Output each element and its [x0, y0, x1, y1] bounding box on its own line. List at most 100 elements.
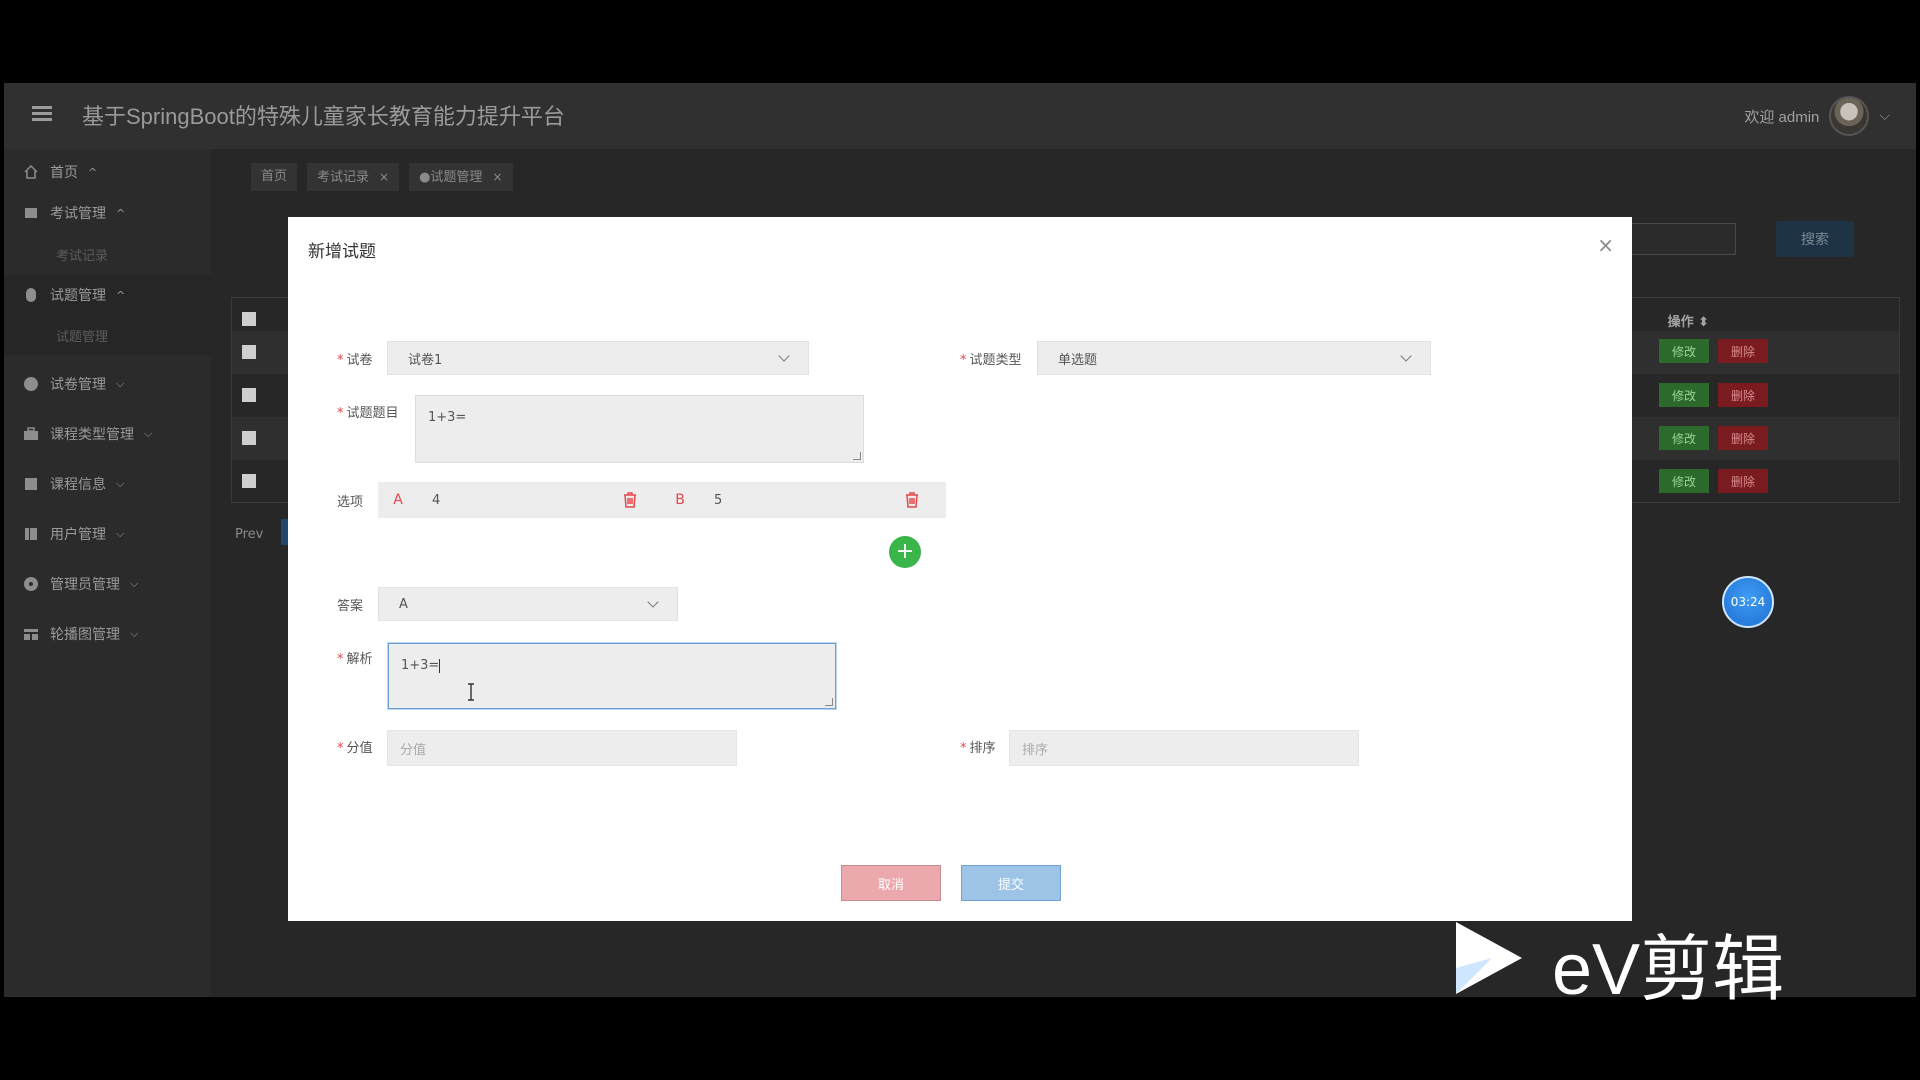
search-input[interactable]: [1616, 223, 1736, 255]
sidebar-subitem-question[interactable]: 试题管理: [4, 315, 211, 355]
chevron-down-icon[interactable]: ⌵: [1879, 108, 1890, 124]
sidebar-item-admin[interactable]: 管理员管理 ⌵: [4, 564, 211, 604]
label-text: 解析: [346, 652, 373, 667]
tab-bar: 首页 考试记录 × ●试题管理 ×: [251, 163, 513, 191]
chevron-up-icon: ^: [88, 165, 98, 179]
sidebar-subitem-exam-record[interactable]: 考试记录: [4, 234, 211, 274]
sidebar-item-paper[interactable]: 试卷管理 ⌵: [4, 364, 211, 404]
question-title-label: * 试题题目: [337, 402, 399, 421]
options-label: 选项: [337, 495, 364, 510]
select-value: 单选题: [1058, 352, 1098, 368]
sidebar-item-exam[interactable]: 考试管理 ^: [4, 193, 211, 233]
label-text: 试题题目: [346, 406, 399, 421]
textarea-value: 1+3=: [428, 410, 467, 425]
chevron-up-icon: ^: [116, 288, 126, 302]
tab-label: 首页: [261, 169, 288, 184]
delete-button[interactable]: 删除: [1718, 426, 1768, 450]
sidebar-item-user[interactable]: 用户管理 ⌵: [4, 514, 211, 554]
option-a-input[interactable]: 4: [418, 493, 618, 508]
paper-select[interactable]: 试卷1: [387, 341, 809, 375]
prev-page-link[interactable]: Prev: [235, 527, 263, 542]
question-title-textarea[interactable]: 1+3=: [415, 395, 864, 463]
analysis-textarea[interactable]: 1+3=: [388, 643, 836, 709]
sidebar-item-label: 课程类型管理: [50, 427, 134, 443]
chevron-down-icon: [647, 596, 659, 608]
answer-select[interactable]: A: [378, 587, 678, 621]
paper-label: * 试卷: [337, 349, 373, 368]
sidebar-item-carousel[interactable]: 轮播图管理 ⌵: [4, 614, 211, 654]
select-value: 试卷1: [408, 352, 443, 368]
home-icon: [22, 163, 40, 181]
sidebar-item-question[interactable]: 试题管理 ^: [4, 275, 211, 315]
sidebar-item-course-type[interactable]: 课程类型管理 ⌵: [4, 414, 211, 454]
edit-button[interactable]: 修改: [1659, 469, 1709, 493]
tab-home[interactable]: 首页: [251, 163, 298, 191]
select-all-checkbox[interactable]: [242, 312, 256, 326]
tab-question[interactable]: ●试题管理 ×: [409, 163, 513, 191]
row-checkbox[interactable]: [242, 431, 256, 445]
trash-icon[interactable]: [618, 488, 642, 512]
app-title: 基于SpringBoot的特殊儿童家长教育能力提升平台: [82, 104, 565, 129]
close-icon[interactable]: ×: [379, 170, 389, 184]
screen: 基于SpringBoot的特殊儿童家长教育能力提升平台 欢迎 admin ⌵ 首…: [0, 0, 1920, 1080]
analysis-label: * 解析: [337, 648, 373, 667]
carousel-icon: [22, 625, 40, 643]
exam-icon: [22, 204, 40, 222]
option-letter: A: [393, 492, 403, 508]
chevron-down-icon: ⌵: [130, 577, 139, 590]
operation-header[interactable]: 操作 ⬍: [1668, 311, 1709, 330]
delete-button[interactable]: 删除: [1718, 383, 1768, 407]
close-icon[interactable]: ×: [1597, 233, 1614, 257]
chevron-down-icon: ⌵: [116, 477, 125, 490]
sidebar-item-course-info[interactable]: 课程信息 ⌵: [4, 464, 211, 504]
delete-button[interactable]: 删除: [1718, 469, 1768, 493]
cancel-button[interactable]: 取消: [841, 865, 941, 901]
required-mark: *: [960, 741, 967, 756]
chevron-down-icon: ⌵: [116, 377, 125, 390]
search-button[interactable]: 搜索: [1776, 221, 1854, 257]
score-input[interactable]: 分值: [387, 730, 737, 766]
answer-label: 答案: [337, 599, 364, 614]
sidebar-item-home[interactable]: 首页 ^: [4, 152, 211, 192]
order-label: * 排序: [960, 737, 996, 756]
topbar: 基于SpringBoot的特殊儿童家长教育能力提升平台 欢迎 admin ⌵: [4, 83, 1916, 149]
delete-button[interactable]: 删除: [1718, 339, 1768, 363]
resize-handle[interactable]: [825, 698, 833, 706]
select-value: A: [399, 596, 408, 612]
options-row: A 4 B 5: [378, 482, 946, 518]
question-type-select[interactable]: 单选题: [1037, 341, 1431, 375]
edit-button[interactable]: 修改: [1659, 383, 1709, 407]
user-menu[interactable]: 欢迎 admin ⌵: [1744, 93, 1890, 139]
score-label: * 分值: [337, 737, 373, 756]
required-mark: *: [337, 353, 344, 368]
label-text: 试卷: [346, 353, 373, 368]
timer-badge: 03:24: [1722, 576, 1774, 628]
chevron-down-icon: ⌵: [116, 527, 125, 540]
chevron-down-icon: ⌵: [130, 627, 139, 640]
label-text: 试题类型: [969, 353, 1022, 368]
tab-exam-record[interactable]: 考试记录 ×: [307, 163, 400, 191]
sidebar-item-label: 课程信息: [50, 477, 106, 493]
textarea-value: 1+3=: [401, 658, 440, 673]
sidebar: 首页 ^ 考试管理 ^ 考试记录 试题管理 ^ 试题管理 试卷管理 ⌵ 课程类型管理 ⌵: [4, 149, 211, 997]
order-input[interactable]: 排序: [1009, 730, 1359, 766]
ibeam-cursor-icon: [466, 683, 476, 701]
submit-button[interactable]: 提交: [961, 865, 1061, 901]
add-option-button[interactable]: +: [889, 536, 921, 568]
option-letter: B: [675, 492, 685, 508]
avatar[interactable]: [1829, 96, 1870, 136]
briefcase-icon: [22, 425, 40, 443]
menu-icon[interactable]: [32, 103, 52, 125]
row-checkbox[interactable]: [242, 345, 256, 359]
resize-handle[interactable]: [853, 452, 861, 460]
close-icon[interactable]: ×: [492, 170, 502, 184]
edit-button[interactable]: 修改: [1659, 426, 1709, 450]
welcome-text: 欢迎 admin: [1744, 108, 1820, 126]
row-checkbox[interactable]: [242, 474, 256, 488]
chevron-down-icon: ⌵: [144, 427, 153, 440]
edit-button[interactable]: 修改: [1659, 339, 1709, 363]
row-checkbox[interactable]: [242, 388, 256, 402]
option-b-input[interactable]: 5: [700, 493, 900, 508]
admin-icon: [22, 575, 40, 593]
trash-icon[interactable]: [900, 488, 924, 512]
